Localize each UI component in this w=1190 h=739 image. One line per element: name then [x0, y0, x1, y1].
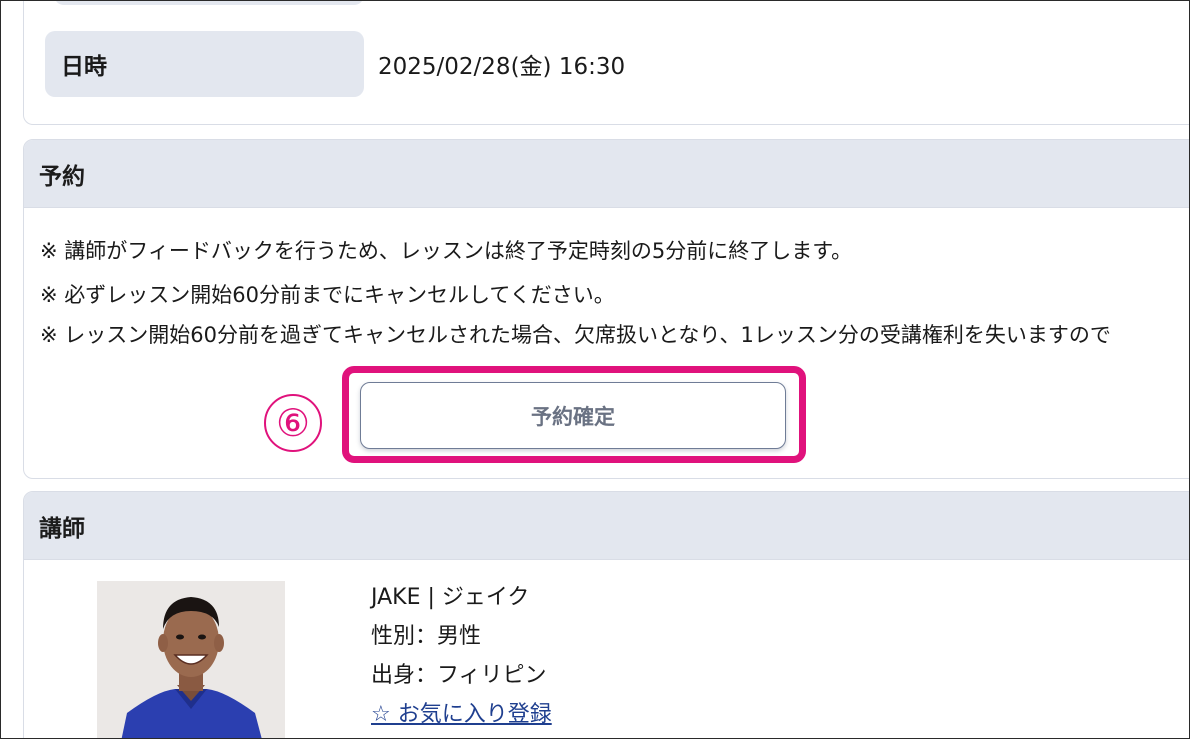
teacher-gender: 性別：男性	[371, 624, 482, 649]
teacher-origin: 出身：フィリピン	[371, 663, 547, 688]
datetime-label: 日時	[45, 31, 364, 97]
reservation-header: 予約	[24, 140, 1189, 208]
reservation-notes: ※ 講師がフィードバックを行うため、レッスンは終了予定時刻の5分前に終了します。…	[40, 238, 1111, 366]
teacher-name: JAKE | ジェイク	[371, 585, 530, 610]
datetime-card: 日時 2025/02/28(金) 16:30	[23, 1, 1189, 125]
teacher-card: 講師 JAKE | ジェイク 性別：男性 出身：フィリピン ☆ お気に入り登録	[23, 491, 1189, 738]
page-frame: 日時 2025/02/28(金) 16:30 予約 ※ 講師がフィードバックを行…	[0, 0, 1190, 739]
reservation-card: 予約 ※ 講師がフィードバックを行うため、レッスンは終了予定時刻の5分前に終了し…	[23, 139, 1189, 479]
note-late-cancel: ※ レッスン開始60分前を過ぎてキャンセルされた場合、欠席扱いとなり、1レッスン…	[40, 323, 1111, 347]
confirm-reservation-button[interactable]: 予約確定	[360, 382, 786, 449]
datetime-value: 2025/02/28(金) 16:30	[378, 54, 626, 80]
note-feedback: ※ 講師がフィードバックを行うため、レッスンは終了予定時刻の5分前に終了します。	[40, 239, 853, 263]
teacher-header: 講師	[24, 492, 1189, 560]
add-favorite-link[interactable]: ☆ お気に入り登録	[371, 702, 552, 727]
step-6-marker: ⑥	[264, 394, 322, 452]
teacher-info: JAKE | ジェイク 性別：男性 出身：フィリピン ☆ お気に入り登録	[371, 578, 552, 734]
previous-row-stub	[54, 1, 364, 5]
teacher-photo	[97, 581, 285, 738]
note-cancel-deadline: ※ 必ずレッスン開始60分前までにキャンセルしてください。	[40, 283, 615, 307]
